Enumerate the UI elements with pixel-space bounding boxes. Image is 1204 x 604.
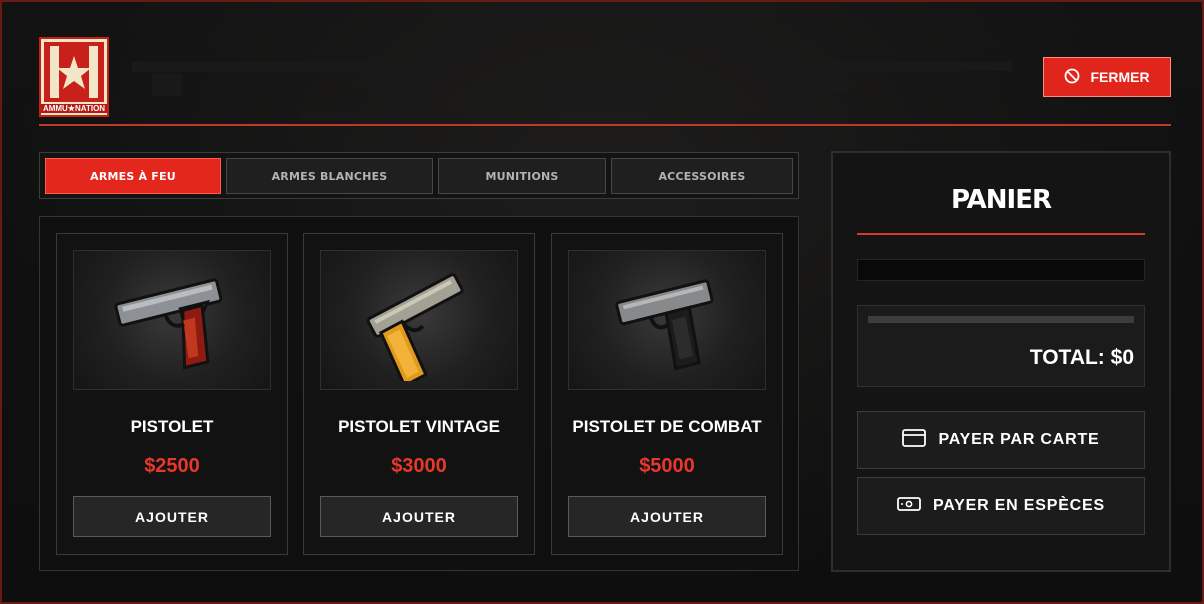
close-button-label: FERMER bbox=[1090, 69, 1150, 85]
add-to-cart-button[interactable]: AJOUTER bbox=[568, 496, 766, 537]
vintage-pistol-icon bbox=[366, 273, 464, 381]
pay-by-card-button[interactable]: PAYER PAR CARTE bbox=[857, 411, 1145, 469]
cart-items-list bbox=[857, 259, 1145, 281]
product-card: PISTOLET VINTAGE $3000 AJOUTER bbox=[303, 233, 535, 555]
product-card: PISTOLET DE COMBAT $5000 AJOUTER bbox=[551, 233, 783, 555]
product-name: PISTOLET VINTAGE bbox=[338, 417, 500, 436]
tab-armes-blanches[interactable]: ARMES BLANCHES bbox=[226, 158, 433, 194]
product-price: $2500 bbox=[144, 455, 200, 477]
pay-cash-button[interactable]: PAYER EN ESPÈCES bbox=[857, 477, 1145, 535]
product-card: PISTOLET $2500 AJOUTER bbox=[56, 233, 288, 555]
ban-icon bbox=[1064, 68, 1080, 87]
combat-pistol-icon bbox=[615, 279, 714, 371]
tab-munitions[interactable]: MUNITIONS bbox=[438, 158, 606, 194]
ammunation-logo: AMMU★NATION bbox=[39, 37, 109, 117]
category-tabs: ARMES À FEU ARMES BLANCHES MUNITIONS ACC… bbox=[39, 152, 799, 199]
cart-summary: TOTAL: $0 bbox=[857, 305, 1145, 387]
shop-window: AMMU★NATION FERMER ARMES À FEU ARMES BLA… bbox=[0, 0, 1204, 604]
product-grid: PISTOLET $2500 AJOUTER PISTOLET VINTAGE … bbox=[39, 216, 799, 571]
pay-by-card-label: PAYER PAR CARTE bbox=[938, 431, 1100, 448]
add-to-cart-button[interactable]: AJOUTER bbox=[73, 496, 271, 537]
product-name: PISTOLET DE COMBAT bbox=[572, 417, 762, 436]
header-divider bbox=[39, 124, 1171, 126]
product-price: $3000 bbox=[391, 455, 447, 477]
summary-divider bbox=[868, 316, 1134, 323]
tab-armes-a-feu[interactable]: ARMES À FEU bbox=[45, 158, 221, 194]
logo-emblem bbox=[44, 42, 104, 102]
cart-title: PANIER bbox=[950, 185, 1052, 215]
add-to-cart-button[interactable]: AJOUTER bbox=[320, 496, 518, 537]
cart-divider bbox=[857, 233, 1145, 235]
product-name: PISTOLET bbox=[130, 417, 214, 436]
logo-text: AMMU★NATION bbox=[41, 104, 107, 113]
product-image bbox=[320, 250, 518, 390]
cart-total: TOTAL: $0 bbox=[1029, 346, 1134, 369]
cash-icon bbox=[897, 496, 921, 517]
tab-accessoires[interactable]: ACCESSOIRES bbox=[611, 158, 793, 194]
pistol-icon bbox=[114, 278, 223, 370]
product-image bbox=[568, 250, 766, 390]
credit-card-icon bbox=[902, 428, 927, 452]
product-image bbox=[73, 250, 271, 390]
close-button[interactable]: FERMER bbox=[1043, 57, 1171, 97]
cart-panel: PANIER TOTAL: $0 PAYER PAR CARTE PAYER E… bbox=[831, 151, 1171, 572]
product-price: $5000 bbox=[639, 455, 695, 477]
pay-cash-label: PAYER EN ESPÈCES bbox=[933, 497, 1105, 514]
